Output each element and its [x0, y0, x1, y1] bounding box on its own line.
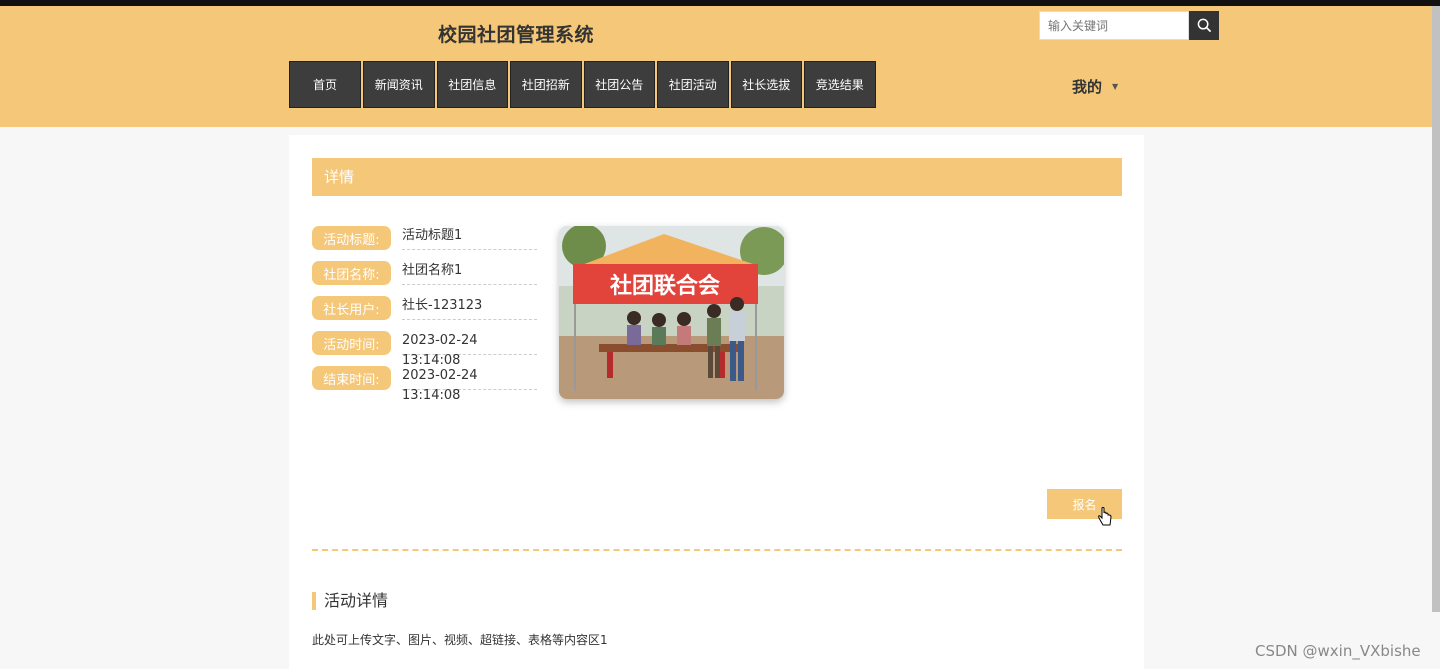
field-value: 社长-123123	[402, 296, 537, 320]
mine-label: 我的	[1072, 78, 1103, 96]
search-input[interactable]	[1039, 11, 1189, 40]
nav-recruitment[interactable]: 社团招新	[510, 61, 582, 108]
site-header: 校园社团管理系统 首页 新闻资讯 社团信息 社团招新 社团公告 社团活动 社长选…	[0, 6, 1440, 127]
field-label: 结束时间:	[312, 366, 391, 390]
nav-home[interactable]: 首页	[289, 61, 361, 108]
activity-description: 此处可上传文字、图片、视频、超链接、表格等内容区1	[312, 633, 608, 647]
field-row-start-time: 活动时间: 2023-02-24 13:14:08	[312, 331, 537, 368]
site-title: 校园社团管理系统	[438, 24, 595, 46]
hand-cursor-icon	[1098, 507, 1112, 526]
main-nav: 首页 新闻资讯 社团信息 社团招新 社团公告 社团活动 社长选拔 竞选结果	[289, 61, 876, 108]
nav-election-results[interactable]: 竞选结果	[804, 61, 876, 108]
mine-menu[interactable]: 我的 ▼	[1072, 76, 1118, 97]
nav-club-info[interactable]: 社团信息	[436, 61, 508, 108]
detail-panel: 详情 活动标题: 活动标题1 社团名称: 社团名称1 社长用户: 社长-1231…	[289, 135, 1144, 669]
activity-detail-title: 活动详情	[312, 592, 388, 610]
nav-activities[interactable]: 社团活动	[657, 61, 729, 108]
search-button[interactable]	[1189, 11, 1219, 40]
field-row-club: 社团名称: 社团名称1	[312, 261, 537, 285]
field-row-title: 活动标题: 活动标题1	[312, 226, 537, 250]
search-icon	[1197, 18, 1211, 33]
field-value: 2023-02-24 13:14:08	[402, 366, 537, 403]
field-row-end-time: 结束时间: 2023-02-24 13:14:08	[312, 366, 537, 403]
photo-banner-text: 社团联合会	[610, 273, 720, 299]
nav-announcement[interactable]: 社团公告	[583, 61, 655, 108]
field-label: 社长用户:	[312, 296, 391, 320]
field-label: 活动时间:	[312, 331, 391, 355]
nav-news[interactable]: 新闻资讯	[363, 61, 435, 108]
page-scrollbar[interactable]	[1432, 6, 1440, 612]
nav-leader-election[interactable]: 社长选拔	[730, 61, 802, 108]
field-label: 社团名称:	[312, 261, 391, 285]
field-value: 2023-02-24 13:14:08	[402, 331, 537, 368]
field-row-leader: 社长用户: 社长-123123	[312, 296, 537, 320]
watermark: CSDN @wxin_VXbishe	[1255, 642, 1421, 660]
field-label: 活动标题:	[312, 226, 391, 250]
activity-photo: 社团联合会	[559, 226, 784, 399]
field-value: 活动标题1	[402, 226, 537, 250]
section-divider	[312, 549, 1122, 551]
section-title: 详情	[312, 158, 1122, 196]
field-value: 社团名称1	[402, 261, 537, 285]
caret-down-icon: ▼	[1112, 82, 1119, 91]
